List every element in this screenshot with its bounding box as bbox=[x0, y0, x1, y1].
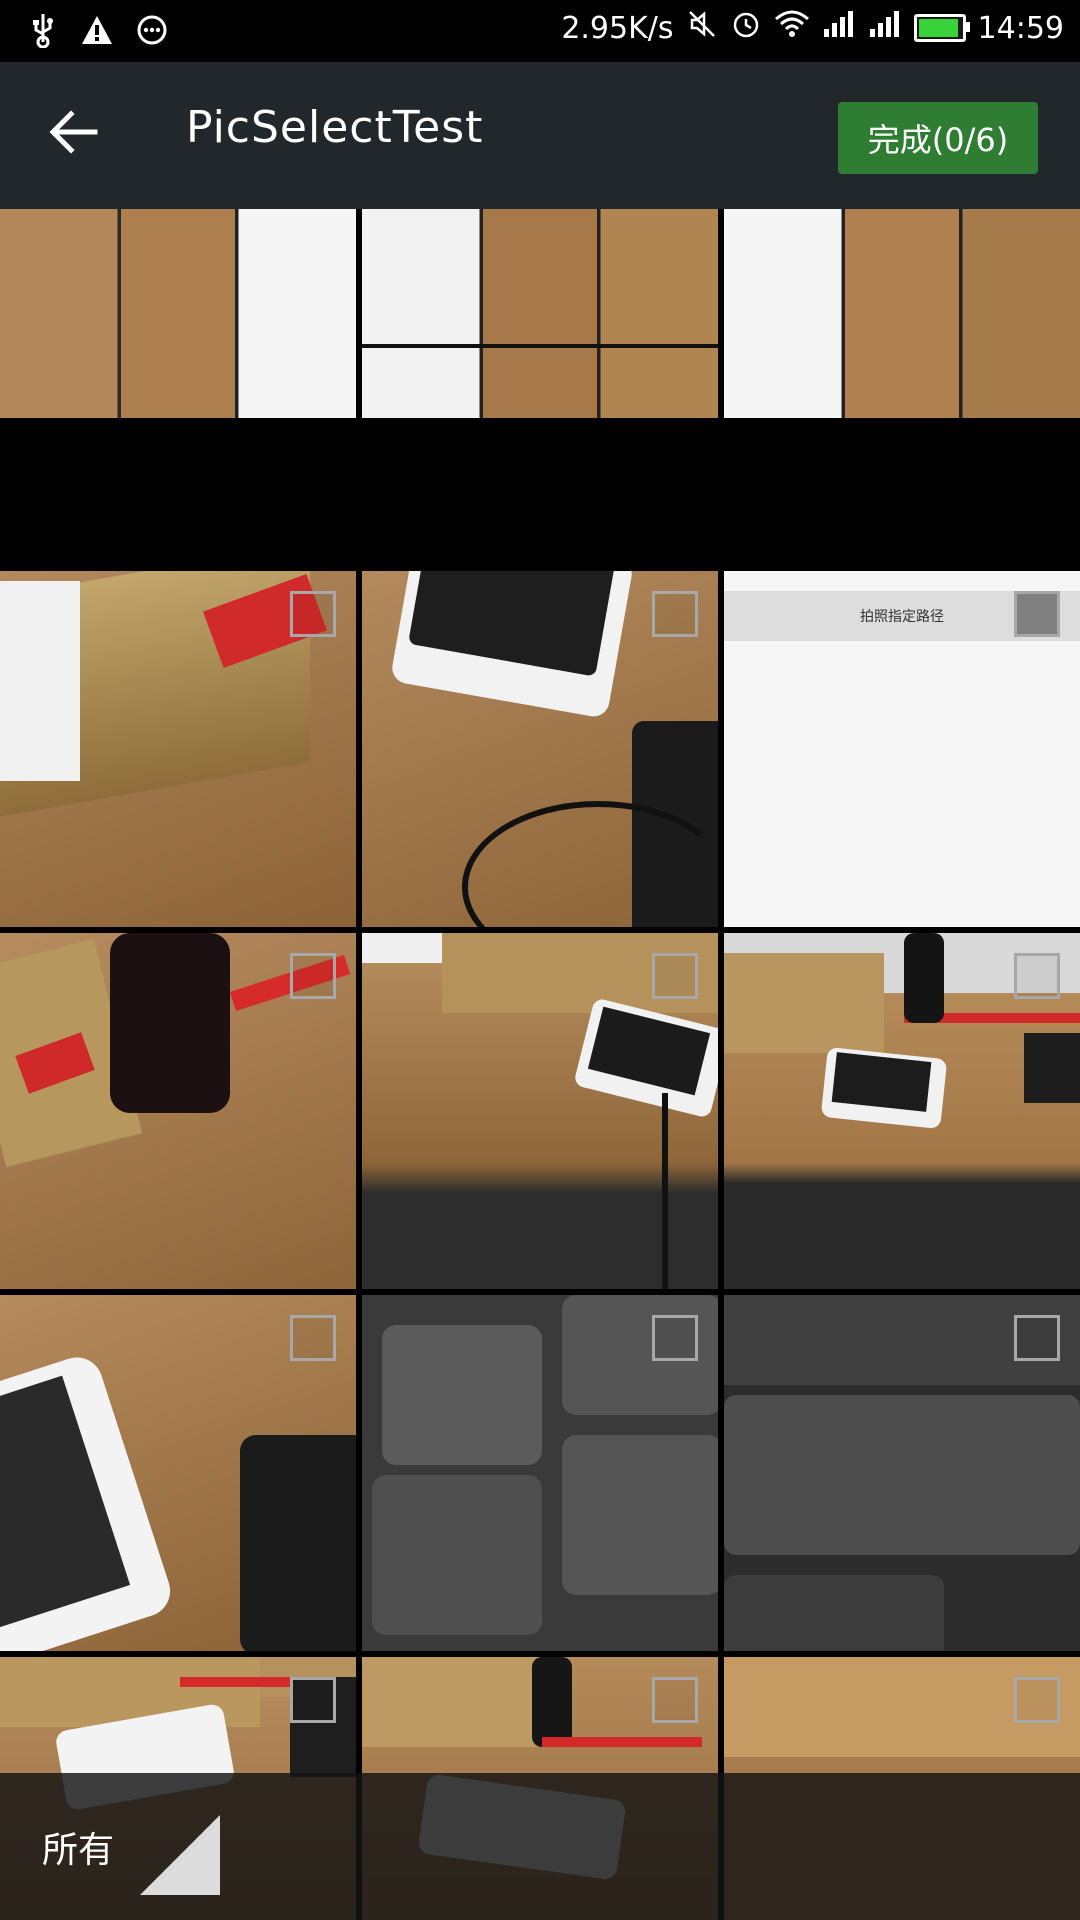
select-checkbox[interactable] bbox=[290, 1315, 336, 1361]
folder-bar: 所有 bbox=[0, 1773, 1080, 1920]
signal-icon bbox=[822, 9, 856, 47]
select-checkbox[interactable] bbox=[652, 591, 698, 637]
photo-tile[interactable] bbox=[724, 1295, 1080, 1651]
select-checkbox[interactable] bbox=[290, 591, 336, 637]
network-speed: 2.95K/s bbox=[561, 10, 674, 46]
battery-icon bbox=[913, 14, 970, 42]
photo-tile[interactable] bbox=[362, 933, 718, 1289]
alarm-icon bbox=[730, 8, 762, 48]
app-toolbar: PicSelectTest 完成(0/6) bbox=[0, 62, 1080, 209]
arrow-left-icon bbox=[49, 110, 98, 154]
signal-icon bbox=[868, 9, 902, 47]
dropdown-corner-icon[interactable] bbox=[140, 1815, 220, 1895]
wifi-icon bbox=[774, 9, 810, 47]
status-right: 2.95K/s 14:59 bbox=[561, 8, 1064, 48]
photo-tile[interactable] bbox=[0, 571, 356, 927]
status-time: 14:59 bbox=[977, 10, 1064, 46]
select-checkbox[interactable] bbox=[290, 1677, 336, 1723]
mute-icon bbox=[686, 8, 718, 48]
select-checkbox[interactable] bbox=[1014, 1315, 1060, 1361]
select-checkbox[interactable] bbox=[652, 1315, 698, 1361]
select-checkbox[interactable] bbox=[652, 953, 698, 999]
done-button[interactable]: 完成(0/6) bbox=[838, 102, 1038, 174]
more-icon bbox=[136, 14, 168, 50]
photo-tile[interactable] bbox=[362, 1295, 718, 1651]
folder-selector[interactable]: 所有 bbox=[42, 1821, 114, 1873]
warning-icon bbox=[80, 14, 114, 50]
photo-grid: 拍照指定路径 bbox=[0, 209, 1080, 1920]
photo-tile[interactable] bbox=[0, 933, 356, 1289]
battery-level-fill bbox=[918, 19, 959, 37]
usb-icon bbox=[28, 12, 58, 52]
select-checkbox[interactable] bbox=[1014, 1677, 1060, 1723]
select-checkbox[interactable] bbox=[290, 953, 336, 999]
select-checkbox[interactable] bbox=[652, 1677, 698, 1723]
back-button[interactable] bbox=[34, 92, 114, 172]
photo-tile[interactable]: 拍照指定路径 bbox=[724, 571, 1080, 927]
select-checkbox[interactable] bbox=[1014, 591, 1060, 637]
photo-tile[interactable] bbox=[362, 209, 718, 418]
photo-tile[interactable] bbox=[0, 209, 356, 418]
status-bar: 2.95K/s 14:59 bbox=[0, 0, 1080, 62]
select-checkbox[interactable] bbox=[1014, 953, 1060, 999]
photo-tile[interactable] bbox=[724, 933, 1080, 1289]
photo-tile[interactable] bbox=[362, 571, 718, 927]
photo-tile[interactable] bbox=[724, 209, 1080, 418]
photo-tile[interactable] bbox=[0, 1295, 356, 1651]
page-title: PicSelectTest bbox=[186, 102, 484, 153]
status-left-icons bbox=[28, 12, 168, 52]
